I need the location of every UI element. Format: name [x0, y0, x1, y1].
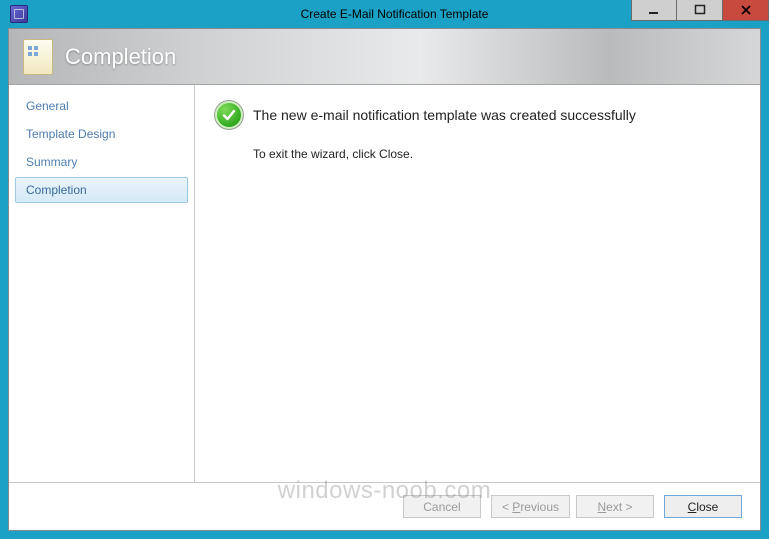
banner-document-icon: [23, 39, 53, 75]
nav-button-group: < Previous Next >: [491, 495, 654, 518]
minimize-button[interactable]: [631, 0, 677, 21]
cancel-button: Cancel: [403, 495, 481, 518]
titlebar[interactable]: Create E-Mail Notification Template: [8, 0, 761, 28]
success-row: The new e-mail notification template was…: [215, 101, 740, 129]
close-window-button[interactable]: [723, 0, 769, 21]
next-button: Next >: [576, 495, 654, 518]
wizard-content: The new e-mail notification template was…: [195, 85, 760, 482]
wizard-footer: Cancel < Previous Next > Close: [9, 482, 760, 530]
app-icon: [10, 5, 28, 23]
success-message: The new e-mail notification template was…: [253, 107, 636, 123]
success-check-icon: [215, 101, 243, 129]
close-button[interactable]: Close: [664, 495, 742, 518]
banner-title: Completion: [65, 44, 176, 70]
wizard-sidebar: General Template Design Summary Completi…: [9, 85, 195, 482]
instruction-text: To exit the wizard, click Close.: [253, 147, 740, 161]
sidebar-item-completion[interactable]: Completion: [15, 177, 188, 203]
previous-button: < Previous: [491, 495, 570, 518]
sidebar-item-general[interactable]: General: [15, 93, 188, 119]
sidebar-item-summary[interactable]: Summary: [15, 149, 188, 175]
client-area: Completion General Template Design Summa…: [8, 28, 761, 531]
wizard-banner: Completion: [9, 29, 760, 85]
maximize-button[interactable]: [677, 0, 723, 21]
wizard-body: General Template Design Summary Completi…: [9, 85, 760, 482]
sidebar-item-template-design[interactable]: Template Design: [15, 121, 188, 147]
app-window: Create E-Mail Notification Template Comp…: [0, 0, 769, 539]
window-controls: [631, 0, 769, 21]
